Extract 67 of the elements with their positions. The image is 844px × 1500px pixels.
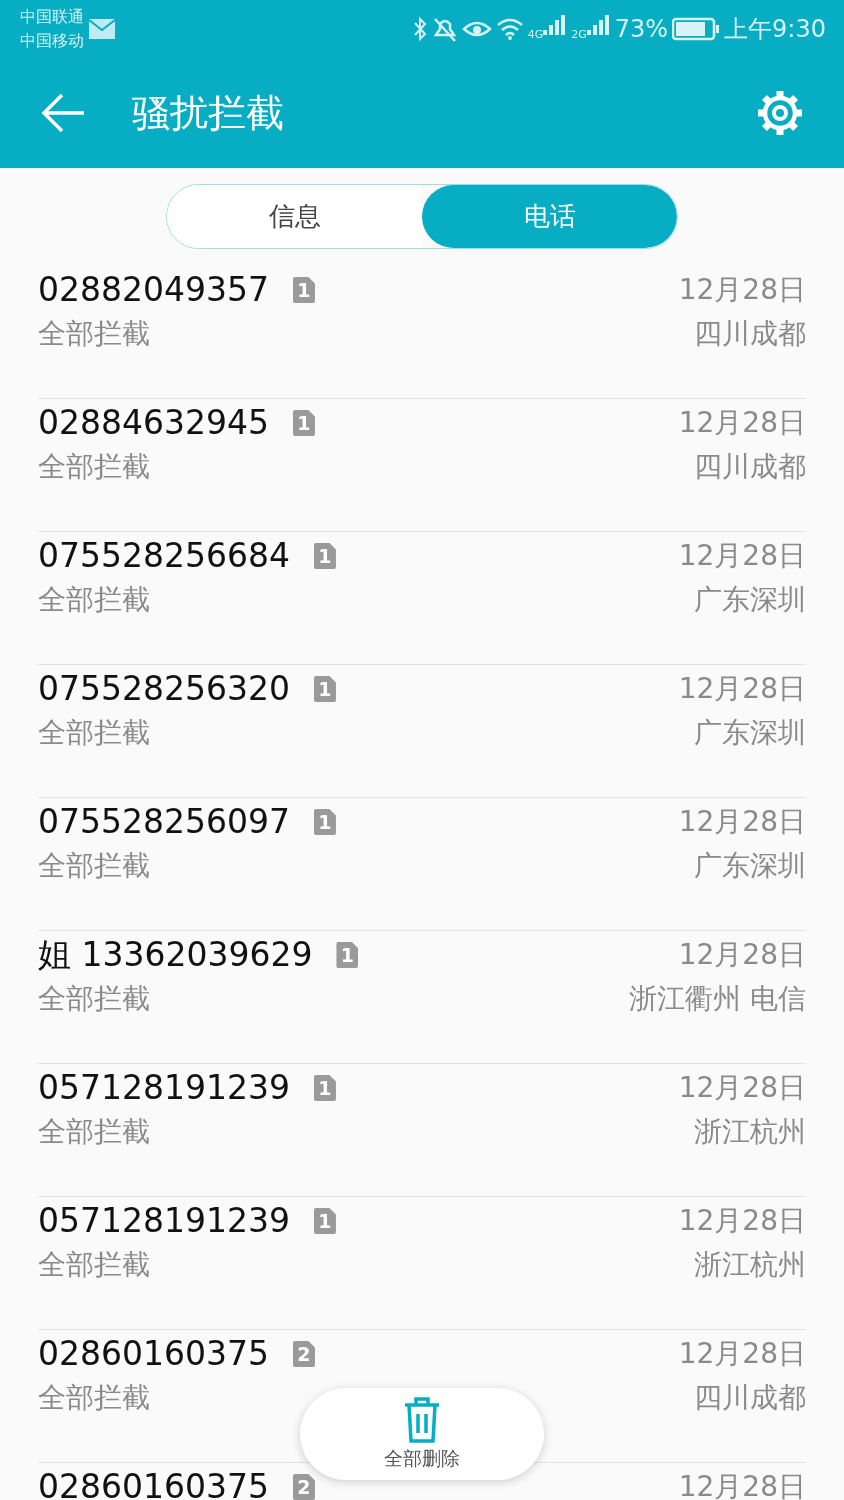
signal-icon	[586, 14, 611, 35]
call-date: 12月28日	[678, 405, 806, 441]
sim-card-icon: 1	[292, 277, 315, 303]
block-rule: 全部拦截	[38, 981, 151, 1017]
caller-location: 四川成都	[694, 316, 806, 352]
sim-card-icon: 2	[292, 1474, 315, 1500]
call-date: 12月28日	[678, 671, 806, 707]
sim-card-icon: 1	[292, 410, 315, 436]
sim-card-icon: 1	[313, 1075, 336, 1101]
back-button[interactable]	[40, 93, 86, 133]
phone-number: 075528256684	[38, 535, 290, 577]
call-date: 12月28日	[678, 272, 806, 308]
caller-location: 四川成都	[694, 449, 806, 485]
caller-location: 浙江衢州 电信	[629, 981, 806, 1017]
caller-location: 广东深圳	[694, 715, 806, 751]
settings-icon	[756, 89, 804, 137]
page-title: 骚扰拦截	[132, 89, 284, 137]
call-date: 12月28日	[678, 1469, 806, 1500]
sim-card-icon: 1	[313, 543, 336, 569]
caller-location: 浙江杭州	[694, 1114, 806, 1150]
sim-card-icon: 1	[313, 809, 336, 835]
phone-number: 075528256097	[38, 801, 290, 843]
phone-number: 02882049357	[38, 269, 269, 311]
bluetooth-icon	[411, 15, 428, 43]
block-rule: 全部拦截	[38, 316, 151, 352]
phone-number: 057128191239	[38, 1200, 290, 1242]
caller-location: 浙江杭州	[694, 1247, 806, 1283]
block-rule: 全部拦截	[38, 1247, 151, 1283]
signal-icon	[543, 14, 568, 35]
phone-number: 02884632945	[38, 402, 269, 444]
call-date: 12月28日	[678, 538, 806, 574]
sim-card-icon: 1	[313, 1208, 336, 1234]
caller-location: 广东深圳	[694, 582, 806, 618]
sim-card-icon: 1	[313, 676, 336, 702]
battery-icon	[672, 17, 721, 41]
block-rule: 全部拦截	[38, 449, 151, 485]
caller-location: 四川成都	[694, 1380, 806, 1416]
caller-location: 广东深圳	[694, 848, 806, 884]
phone-number: 02860160375	[38, 1333, 269, 1375]
block-rule: 全部拦截	[38, 715, 151, 751]
phone-number: 02860160375	[38, 1466, 269, 1500]
phone-number: 075528256320	[38, 668, 290, 710]
block-rule: 全部拦截	[38, 848, 151, 884]
settings-button[interactable]	[756, 89, 804, 137]
back-icon	[40, 93, 86, 133]
wifi-icon	[495, 17, 524, 41]
tab[interactable]: 信息	[167, 185, 422, 248]
network-type: 4G	[527, 26, 544, 43]
delete-all-button[interactable]: 全部删除	[300, 1388, 544, 1480]
phone-number: 057128191239	[38, 1067, 290, 1109]
call-date: 12月28日	[678, 1336, 806, 1372]
clock: 上午9:30	[724, 14, 826, 45]
phone-number: 姐 13362039629	[38, 934, 313, 976]
sim-card-icon: 1	[336, 942, 359, 968]
call-date: 12月28日	[678, 1203, 806, 1239]
carrier-name: 中国移动	[20, 30, 84, 52]
sim-card-icon: 2	[292, 1341, 315, 1367]
mail-icon	[88, 18, 116, 40]
battery-percent: 73%	[614, 14, 669, 45]
block-rule: 全部拦截	[38, 1380, 151, 1416]
network-type: 2G	[571, 26, 587, 43]
block-rule: 全部拦截	[38, 1114, 151, 1150]
block-rule: 全部拦截	[38, 582, 151, 618]
call-date: 12月28日	[678, 937, 806, 973]
carrier-name: 中国联通	[20, 6, 84, 28]
call-date: 12月28日	[678, 804, 806, 840]
call-date: 12月28日	[678, 1070, 806, 1106]
